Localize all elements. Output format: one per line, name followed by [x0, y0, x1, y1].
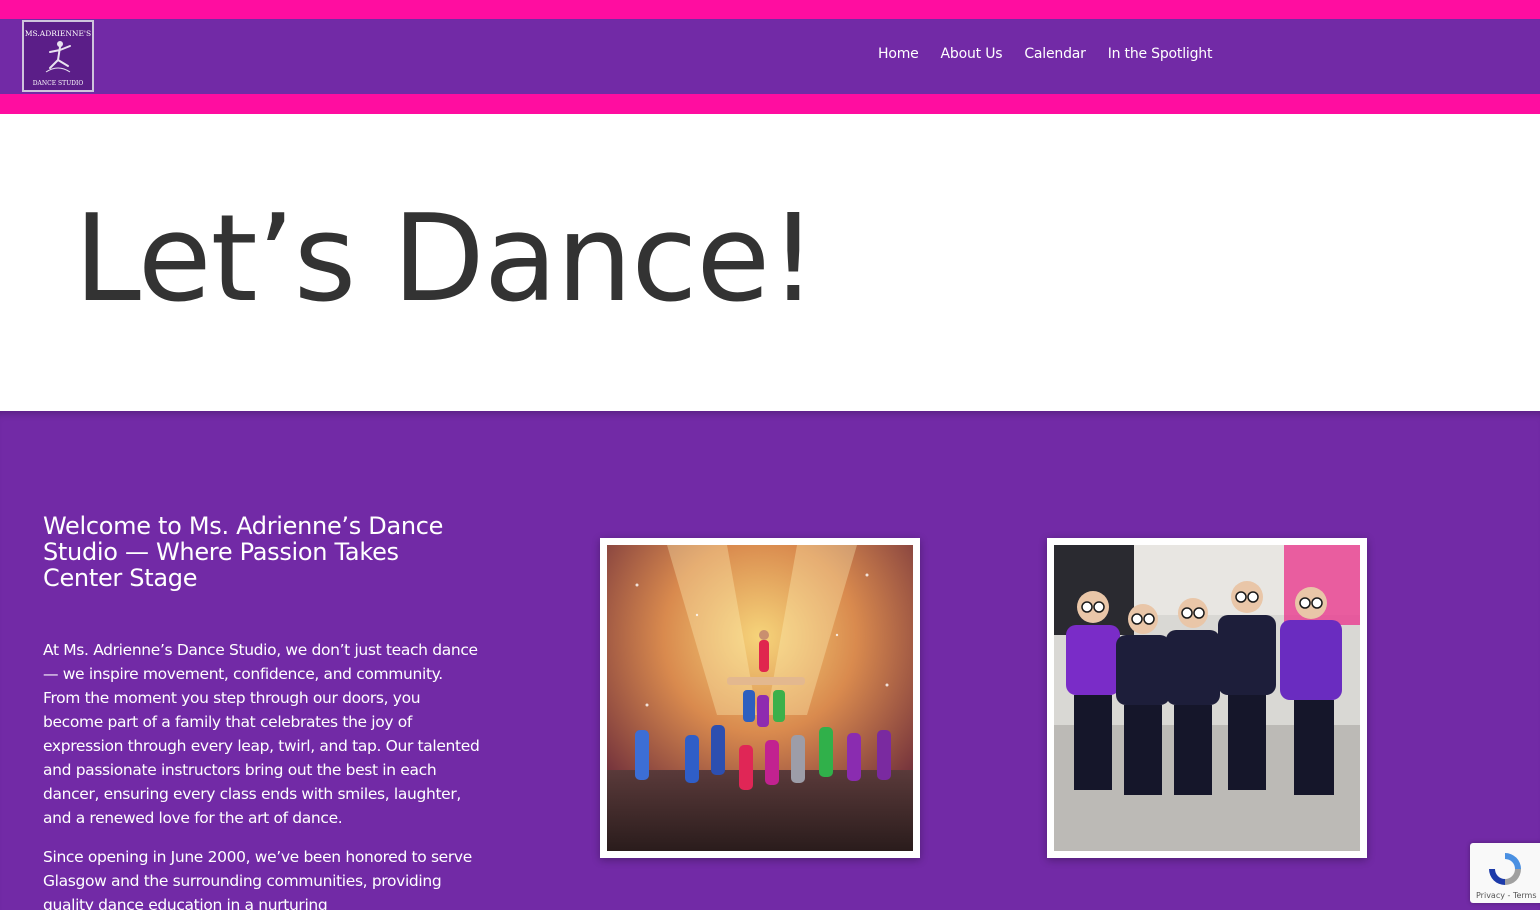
main-nav: Home About Us Calendar In the Spotlight: [878, 46, 1212, 66]
group-dancers-photo[interactable]: [1047, 538, 1367, 858]
nav-in-the-spotlight[interactable]: In the Spotlight: [1108, 46, 1213, 66]
recaptcha-links[interactable]: Privacy - Terms: [1476, 891, 1537, 900]
nav-calendar[interactable]: Calendar: [1024, 46, 1086, 66]
recaptcha-icon: [1489, 853, 1521, 885]
nav-about-us[interactable]: About Us: [941, 46, 1003, 66]
top-pink-stripe: [0, 0, 1540, 19]
bottom-pink-stripe: [0, 94, 1540, 114]
stage-performance-photo[interactable]: [600, 538, 920, 858]
svg-text:DANCE STUDIO: DANCE STUDIO: [33, 80, 84, 87]
recaptcha-badge[interactable]: Privacy - Terms: [1470, 843, 1540, 903]
welcome-paragraph-2: Since opening in June 2000, we’ve been h…: [43, 848, 472, 914]
hero-title: Let’s Dance!: [74, 190, 817, 329]
welcome-paragraph-1: At Ms. Adrienne’s Dance Studio, we don’t…: [43, 641, 480, 827]
site-header: MS.ADRIENNE'S DANCE STUDIO Home About Us…: [0, 19, 1540, 94]
welcome-section: Welcome to Ms. Adrienne’s Dance Studio —…: [0, 411, 1540, 914]
studio-logo[interactable]: MS.ADRIENNE'S DANCE STUDIO: [22, 20, 94, 92]
nav-home[interactable]: Home: [878, 46, 919, 66]
dancer-logo-icon: MS.ADRIENNE'S DANCE STUDIO: [25, 29, 91, 87]
welcome-heading: Welcome to Ms. Adrienne’s Dance Studio —…: [43, 512, 444, 592]
stage-performance-photo-image: [607, 545, 913, 851]
group-dancers-photo-image: [1054, 545, 1360, 851]
svg-text:MS.ADRIENNE'S: MS.ADRIENNE'S: [25, 29, 91, 38]
